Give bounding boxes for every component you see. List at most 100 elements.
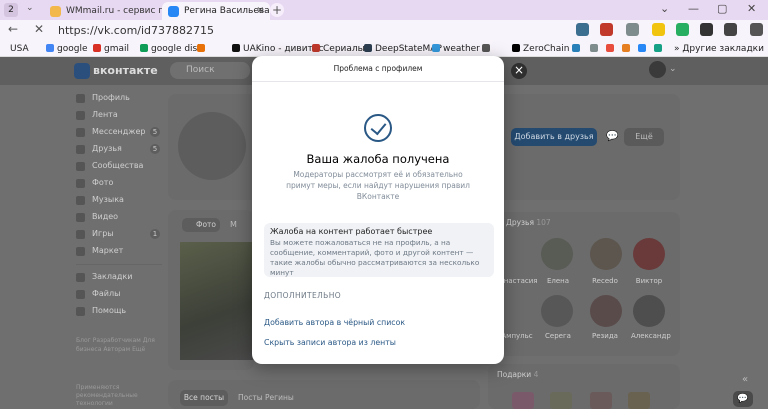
bookmark-usa[interactable]: USA (10, 41, 29, 57)
friend-name[interactable]: Виктор (631, 277, 667, 285)
profile-photo[interactable] (180, 242, 254, 360)
tab-photos[interactable]: Фото (182, 218, 220, 232)
tab-title: WMmail.ru - сервис почт (66, 6, 162, 16)
friend-avatar[interactable] (633, 295, 665, 327)
menu-item-photos[interactable]: Фото (76, 174, 113, 192)
menu-item-communities[interactable]: Сообщества (76, 157, 143, 175)
friend-avatar[interactable] (541, 295, 573, 327)
uakino-icon (232, 44, 240, 52)
friend-name[interactable]: Recedo (587, 277, 623, 285)
menu-item-bookmarks[interactable]: Закладки (76, 268, 132, 286)
close-modal-icon[interactable]: × (511, 63, 527, 79)
friends-header[interactable]: Друзья 107 (506, 218, 551, 227)
close-tab-icon[interactable]: ✕ (256, 2, 264, 20)
bookmark-icon-only[interactable] (572, 41, 583, 57)
menu-item-video[interactable]: Видео (76, 208, 118, 226)
bookmark-icon-only[interactable] (606, 41, 617, 57)
gift-image[interactable] (628, 392, 650, 409)
user-avatar[interactable] (649, 61, 666, 78)
download-icon[interactable] (676, 23, 689, 36)
gifts-header[interactable]: Подарки 4 (497, 370, 538, 379)
menu-item-music[interactable]: Музыка (76, 191, 124, 209)
menu-item-games[interactable]: Игры (76, 225, 114, 243)
extension-icon[interactable] (600, 23, 613, 36)
tab-music[interactable]: М (230, 220, 237, 229)
friend-avatar[interactable] (541, 238, 573, 270)
bookmark-icon (654, 44, 662, 52)
minimize-icon[interactable]: — (688, 2, 699, 15)
bookmark-uakino[interactable]: UAKino - дивитис (232, 41, 324, 57)
friend-name[interactable]: Анастасия (499, 277, 537, 285)
menu-item-messenger[interactable]: Мессенджер (76, 123, 146, 141)
bookmark-serialy[interactable]: Сериалы (312, 41, 365, 57)
back-arrow-icon[interactable]: ← (8, 22, 18, 36)
address-bar[interactable]: https://vk.com/id737882715 (52, 22, 562, 39)
friend-name[interactable]: Резида (587, 332, 623, 340)
tab-all-posts[interactable]: Все посты (180, 390, 228, 406)
stop-loading-icon[interactable]: ✕ (34, 22, 44, 36)
collapse-icon[interactable]: « (742, 374, 748, 385)
bookmark-gmail[interactable]: gmail (93, 41, 129, 57)
bookmark-google-disk[interactable]: google disk (140, 41, 202, 57)
menu-item-friends[interactable]: Друзья (76, 140, 122, 158)
menu-item-market[interactable]: Маркет (76, 242, 123, 260)
menu-item-files[interactable]: Файлы (76, 285, 120, 303)
extension-icon[interactable] (652, 23, 665, 36)
extension-icon[interactable] (700, 23, 713, 36)
menu-item-profile[interactable]: Профиль (76, 89, 130, 107)
friend-name[interactable]: Александр (631, 332, 671, 340)
vk-brand[interactable]: вконтакте (93, 64, 158, 77)
menu-item-help[interactable]: Помощь (76, 302, 126, 320)
vk-search-input[interactable]: Поиск (170, 62, 250, 79)
maximize-icon[interactable]: ▢ (717, 2, 727, 15)
wmmail-favicon-icon (50, 6, 61, 17)
tab-count-button[interactable]: 2 (4, 3, 18, 17)
extension-icon[interactable] (724, 23, 737, 36)
help-icon (76, 307, 85, 316)
menu-item-feed[interactable]: Лента (76, 106, 118, 124)
blacklist-link[interactable]: Добавить автора в чёрный список (264, 318, 405, 327)
friend-name[interactable]: Ампульс (499, 332, 535, 340)
bookmark-weather[interactable]: weather (432, 41, 480, 57)
menu-icon[interactable] (750, 23, 763, 36)
add-friend-button[interactable]: Добавить в друзья (511, 128, 597, 146)
tab-search-icon[interactable]: ⌄ (660, 2, 669, 15)
weather-icon (432, 44, 440, 52)
friend-avatar[interactable] (633, 238, 665, 270)
bookmark-icon-only[interactable] (622, 41, 633, 57)
chat-icon[interactable]: 💬 (733, 391, 753, 407)
bookmark-icon-only[interactable] (197, 41, 208, 57)
bookmark-icon-only[interactable] (638, 41, 649, 57)
gift-image[interactable] (512, 392, 534, 409)
tab-list-chevron-icon[interactable]: ⌄ (26, 3, 34, 13)
bookmark-google[interactable]: google (46, 41, 87, 57)
tab-wmmail[interactable]: WMmail.ru - сервис почт (44, 2, 162, 20)
chevron-down-icon[interactable]: ⌄ (669, 64, 677, 74)
bookmark-icon-only[interactable] (654, 41, 665, 57)
tab-own-posts[interactable]: Посты Регины (238, 393, 294, 402)
hide-posts-link[interactable]: Скрыть записи автора из ленты (264, 338, 396, 347)
bookmark-icon-only[interactable] (590, 41, 601, 57)
tab-vk-profile[interactable]: Регина Васильева ✕ (162, 2, 270, 20)
bookmark-other[interactable]: » Другие закладки (674, 41, 764, 57)
bookmark-icon-only[interactable] (482, 41, 493, 57)
bookmark-zerochain[interactable]: ZeroChain (512, 41, 569, 57)
close-window-icon[interactable]: ✕ (747, 2, 756, 15)
extension-icon[interactable] (576, 23, 589, 36)
bookmark-deepstatemap[interactable]: DeepStateMAP (364, 41, 442, 57)
new-tab-button[interactable]: + (270, 3, 284, 17)
extension-icon[interactable] (626, 23, 639, 36)
friend-name[interactable]: Серега (540, 332, 576, 340)
friend-avatar[interactable] (590, 295, 622, 327)
file-icon (76, 290, 85, 299)
vk-logo-icon[interactable] (74, 63, 90, 79)
message-icon[interactable]: 💬 (606, 131, 618, 142)
friend-name[interactable]: Елена (540, 277, 576, 285)
vk-footer-links[interactable]: Блог Разработчикам Для бизнеса Авторам Е… (76, 336, 166, 354)
friend-avatar[interactable] (590, 238, 622, 270)
games-icon (76, 230, 85, 239)
gift-image[interactable] (550, 392, 572, 409)
profile-avatar[interactable] (178, 112, 246, 180)
gift-image[interactable] (590, 392, 612, 409)
more-button[interactable]: Ещё (624, 128, 664, 146)
